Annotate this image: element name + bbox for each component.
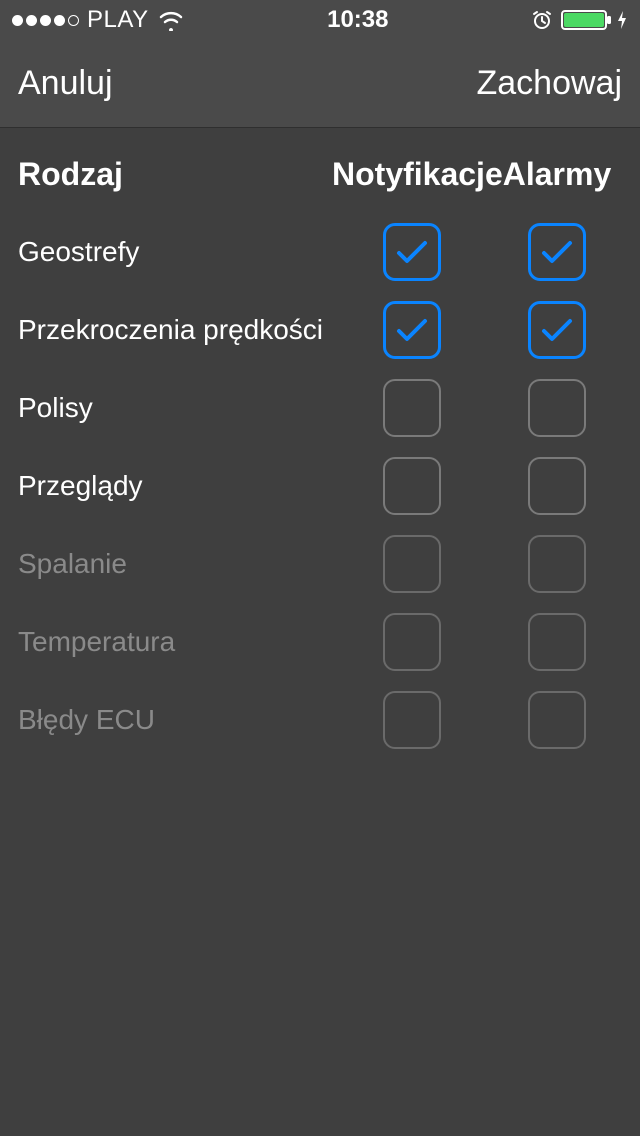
alarm-checkbox: [528, 535, 586, 593]
settings-row: Spalanie: [0, 525, 640, 603]
row-label: Przeglądy: [18, 470, 332, 502]
notify-checkbox: [383, 535, 441, 593]
row-label: Błędy ECU: [18, 704, 332, 736]
cancel-button[interactable]: Anuluj: [18, 64, 113, 103]
alarm-checkbox: [528, 613, 586, 671]
clock-time: 10:38: [327, 6, 388, 34]
settings-row: Przekroczenia prędkości: [0, 291, 640, 369]
notify-checkbox[interactable]: [383, 223, 441, 281]
row-label: Temperatura: [18, 626, 332, 658]
notify-checkbox: [383, 613, 441, 671]
wifi-icon: [157, 9, 185, 31]
settings-row: Przeglądy: [0, 447, 640, 525]
row-label: Polisy: [18, 392, 332, 424]
battery-icon: [561, 9, 628, 31]
settings-row: Błędy ECU: [0, 681, 640, 759]
save-button[interactable]: Zachowaj: [476, 64, 622, 103]
settings-row: Polisy: [0, 369, 640, 447]
row-label: Geostrefy: [18, 236, 332, 268]
column-headers: Rodzaj Notyfikacje Alarmy: [0, 128, 640, 213]
notify-checkbox[interactable]: [383, 457, 441, 515]
nav-bar: Anuluj Zachowaj: [0, 40, 640, 128]
header-notifications: Notyfikacje: [332, 156, 492, 193]
header-type: Rodzaj: [18, 156, 332, 193]
notify-checkbox[interactable]: [383, 379, 441, 437]
row-label: Spalanie: [18, 548, 332, 580]
row-label: Przekroczenia prędkości: [18, 314, 332, 346]
alarm-checkbox[interactable]: [528, 223, 586, 281]
settings-content: Rodzaj Notyfikacje Alarmy Geostrefy Przek…: [0, 128, 640, 1136]
settings-row: Temperatura: [0, 603, 640, 681]
charging-icon: [616, 9, 628, 31]
alarm-icon: [531, 9, 553, 31]
status-bar: PLAY 10:38: [0, 0, 640, 40]
alarm-checkbox[interactable]: [528, 379, 586, 437]
alarm-checkbox[interactable]: [528, 301, 586, 359]
alarm-checkbox: [528, 691, 586, 749]
notify-checkbox[interactable]: [383, 301, 441, 359]
signal-strength-icon: [12, 15, 79, 26]
alarm-checkbox[interactable]: [528, 457, 586, 515]
carrier-label: PLAY: [87, 6, 149, 34]
notify-checkbox: [383, 691, 441, 749]
settings-row: Geostrefy: [0, 213, 640, 291]
header-alarms: Alarmy: [492, 156, 622, 193]
